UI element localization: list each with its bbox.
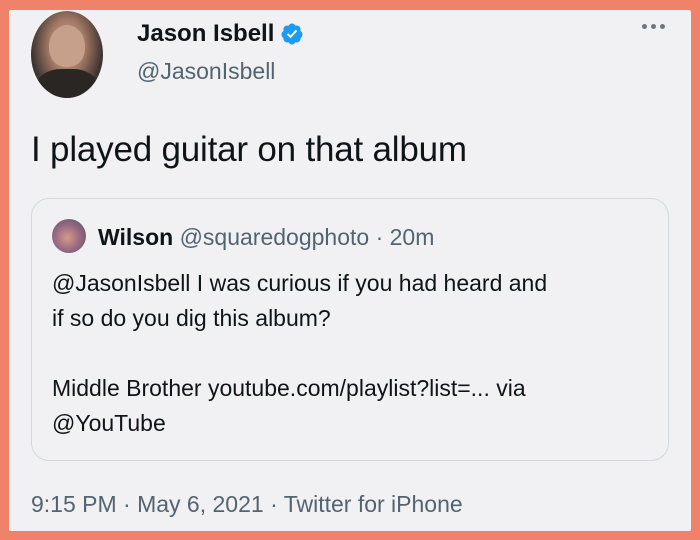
quoted-tweet[interactable]: Wilson @squaredogphoto · 20m @JasonIsbel… [31,198,669,461]
quoted-author-avatar [52,219,86,253]
verified-badge-icon [281,23,303,45]
author-name-row: Jason Isbell [137,20,304,48]
quoted-author-name: Wilson [98,224,174,250]
quoted-tweet-text: @JasonIsbell I was curious if you had he… [52,266,652,441]
quoted-author-meta: @squaredogphoto · 20m [179,224,435,250]
author-handle[interactable]: @JasonIsbell [137,58,275,85]
author-avatar[interactable] [31,11,103,98]
quoted-text-line: @YouTube [52,410,166,436]
tweet-card: Jason Isbell @JasonIsbell I played guita… [9,10,691,531]
quoted-text-line: Middle Brother youtube.com/playlist?list… [52,375,526,401]
quoted-text-line: @JasonIsbell I was curious if you had he… [52,270,548,296]
quoted-tweet-header: Wilson @squaredogphoto · 20m [98,224,434,251]
quoted-text-line: if so do you dig this album? [52,305,331,331]
tweet-text: I played guitar on that album [31,130,467,169]
tweet-timestamp[interactable]: 9:15 PM · May 6, 2021 · Twitter for iPho… [31,491,463,518]
more-options-icon[interactable] [642,24,665,29]
author-name[interactable]: Jason Isbell [137,20,274,48]
